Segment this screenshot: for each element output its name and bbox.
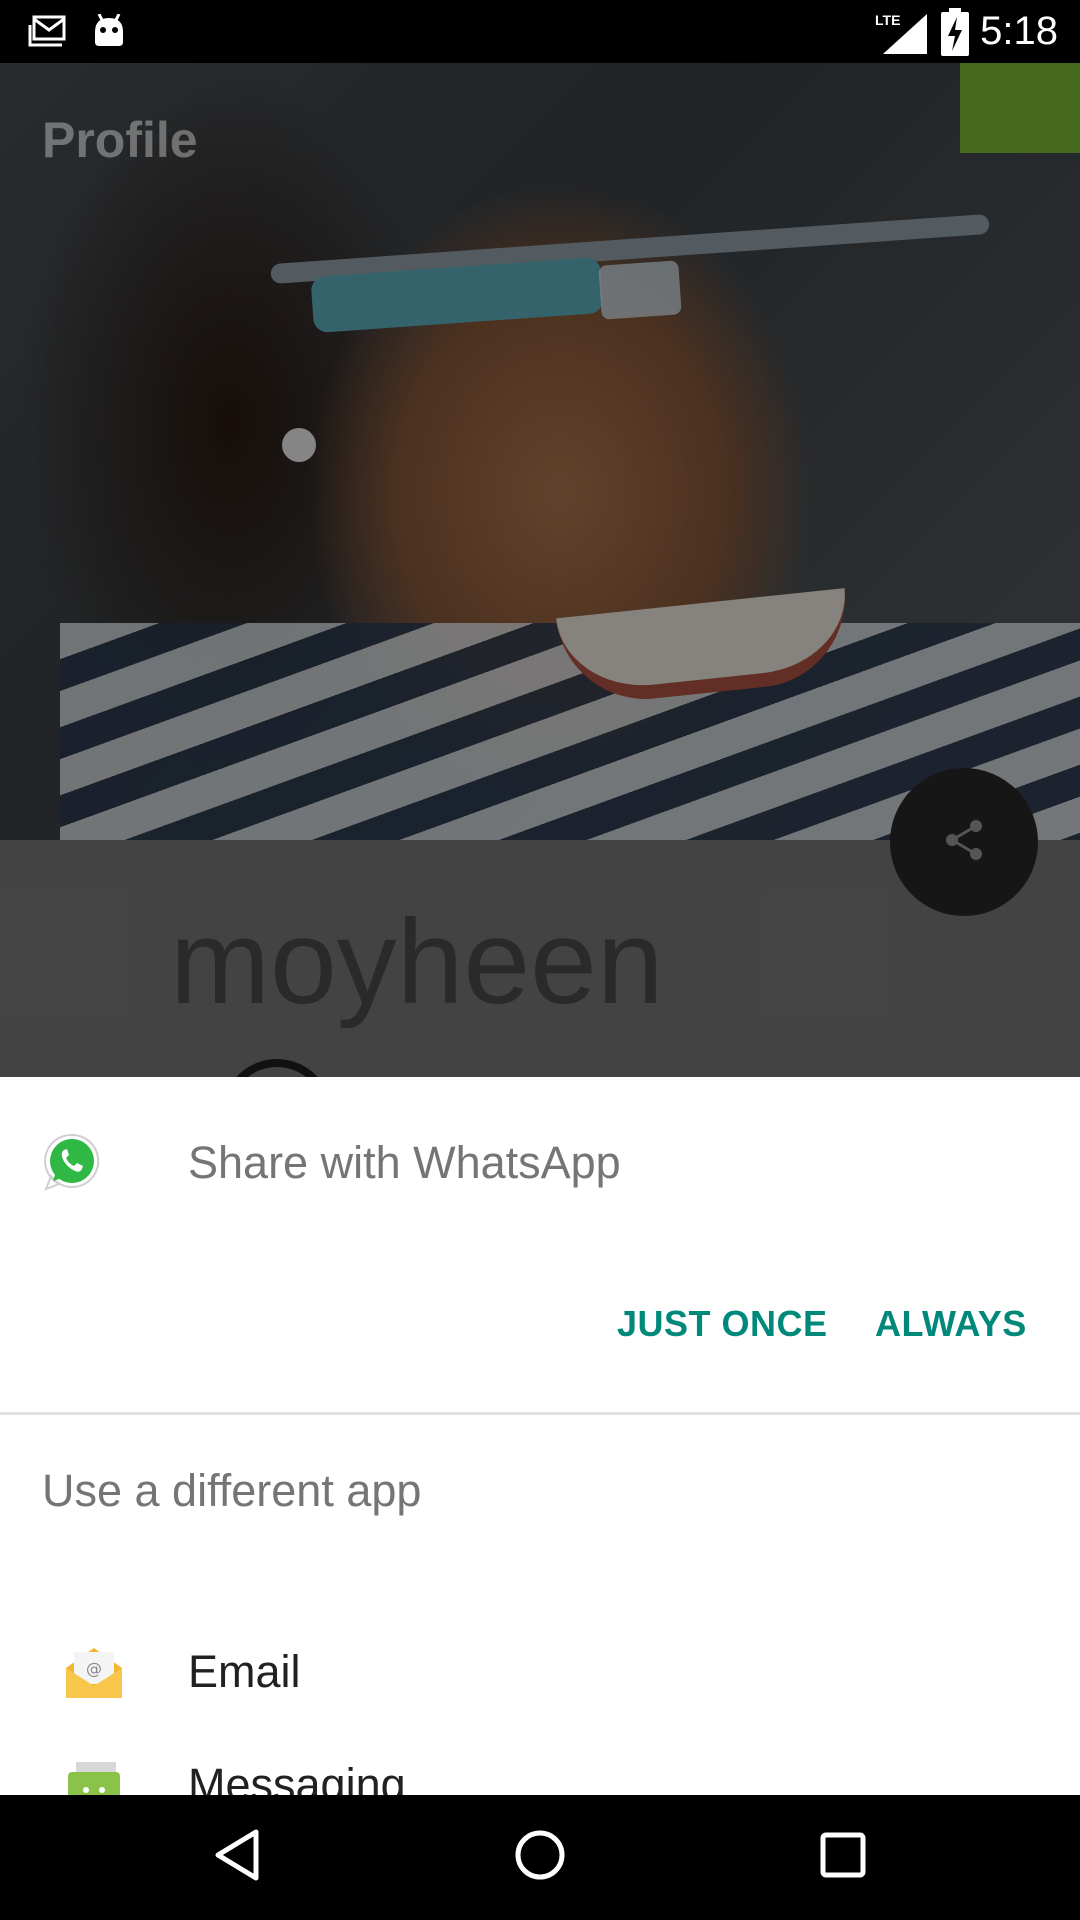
back-icon	[212, 1828, 262, 1887]
battery-charging-icon	[940, 8, 970, 56]
app-item-label: Email	[188, 1646, 301, 1697]
lte-signal-icon: LTE	[875, 10, 935, 54]
app-item-label: Messaging	[188, 1759, 406, 1795]
share-fab[interactable]	[890, 768, 1038, 916]
just-once-button[interactable]: JUST ONCE	[617, 1299, 828, 1349]
toolbar-title: Profile	[42, 112, 198, 168]
share-chooser-sheet: Share with WhatsApp JUST ONCE ALWAYS Use…	[0, 1077, 1080, 1795]
recents-button[interactable]	[798, 1817, 888, 1897]
share-icon	[940, 816, 988, 869]
whatsapp-icon	[42, 1132, 102, 1192]
app-item-messaging[interactable]: Messaging	[0, 1752, 1080, 1795]
always-button[interactable]: ALWAYS	[875, 1299, 1027, 1349]
use-different-app-heading: Use a different app	[42, 1465, 422, 1516]
home-icon	[513, 1828, 567, 1887]
status-bar: LTE 5:18	[0, 0, 1080, 63]
app-item-email[interactable]: @ Email	[0, 1612, 1080, 1752]
navigation-bar	[0, 1795, 1080, 1920]
android-notification-icon	[92, 10, 126, 54]
back-button[interactable]	[192, 1817, 282, 1897]
profile-name: moyheen	[170, 895, 664, 1029]
email-app-icon: @	[62, 1642, 126, 1702]
default-app-row: Share with WhatsApp	[0, 1077, 1080, 1247]
email-notification-icon	[28, 10, 68, 54]
divider	[0, 1412, 1080, 1415]
messaging-app-icon	[62, 1760, 126, 1795]
lte-label: LTE	[875, 12, 901, 28]
clock: 5:18	[980, 9, 1058, 53]
recents-icon	[819, 1831, 867, 1884]
share-with-title: Share with WhatsApp	[188, 1137, 621, 1188]
home-button[interactable]	[495, 1817, 585, 1897]
svg-text:@: @	[86, 1659, 102, 1678]
